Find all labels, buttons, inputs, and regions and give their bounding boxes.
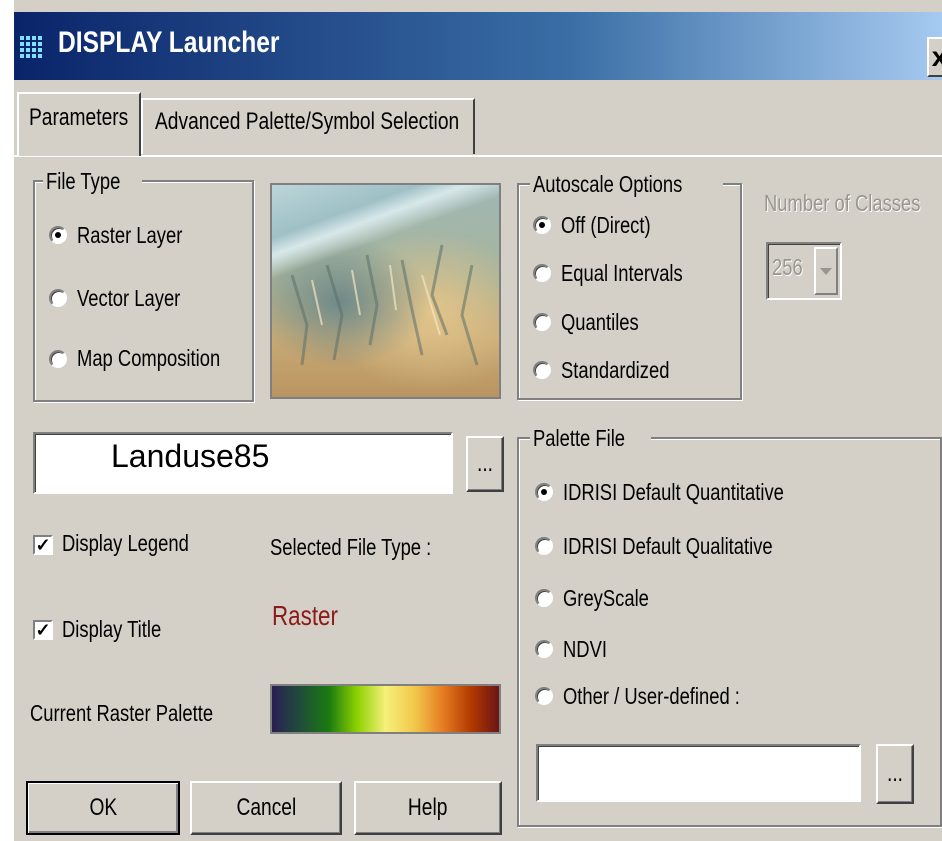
off-direct-radio[interactable] — [533, 216, 551, 234]
file-name-input[interactable]: Landuse85 — [33, 432, 453, 494]
other-user-defined-label[interactable]: Other / User-defined : — [563, 683, 784, 710]
ndvi-radio[interactable] — [535, 640, 553, 658]
cancel-button[interactable]: Cancel — [190, 781, 342, 835]
standardized-label[interactable]: Standardized — [561, 357, 697, 384]
selected-file-type-label: Selected File Type : — [270, 534, 432, 560]
dropdown-arrow-icon[interactable] — [814, 247, 838, 295]
idrisi-quantitative-label[interactable]: IDRISI Default Quantitative — [563, 479, 839, 506]
equal-intervals-radio[interactable] — [533, 264, 551, 282]
close-button[interactable]: x — [927, 37, 942, 77]
other-user-defined-radio[interactable] — [535, 687, 553, 705]
app-grid-icon — [20, 36, 44, 60]
idrisi-quantitative-radio[interactable] — [535, 483, 553, 501]
browse-file-button[interactable]: ... — [466, 436, 504, 492]
vector-layer-label[interactable]: Vector Layer — [77, 285, 206, 312]
idrisi-qualitative-radio[interactable] — [535, 537, 553, 555]
standardized-radio[interactable] — [533, 361, 551, 379]
title-bar[interactable]: DISPLAY Launcher x — [14, 12, 942, 80]
display-legend-label[interactable]: Display Legend — [62, 530, 221, 557]
browse-palette-button[interactable]: ... — [876, 744, 914, 804]
tab-parameters[interactable]: Parameters — [17, 92, 141, 156]
raster-layer-radio[interactable] — [49, 226, 67, 244]
greyscale-radio[interactable] — [535, 589, 553, 607]
tab-advanced-palette[interactable]: Advanced Palette/Symbol Selection — [141, 98, 475, 154]
vector-layer-radio[interactable] — [49, 289, 67, 307]
window-title: DISPLAY Launcher — [58, 26, 280, 59]
terrain-ridges — [290, 244, 479, 366]
map-composition-label[interactable]: Map Composition — [77, 345, 256, 372]
greyscale-label[interactable]: GreyScale — [563, 585, 670, 612]
file-type-legend: File Type — [43, 168, 142, 195]
display-title-checkbox[interactable]: ✓ — [33, 620, 53, 640]
custom-palette-input[interactable] — [536, 744, 861, 802]
display-title-label[interactable]: Display Title — [62, 616, 186, 643]
quantiles-radio[interactable] — [533, 313, 551, 331]
tab-parameters-label: Parameters — [29, 104, 129, 131]
selected-file-type-value: Raster — [272, 600, 338, 631]
off-direct-label[interactable]: Off (Direct) — [561, 212, 673, 239]
ok-button[interactable]: OK — [26, 781, 180, 835]
quantiles-label[interactable]: Quantiles — [561, 309, 658, 336]
number-of-classes-label: Number of Classes — [764, 190, 921, 216]
raster-layer-label[interactable]: Raster Layer — [77, 222, 209, 249]
current-raster-palette-label: Current Raster Palette — [30, 700, 214, 726]
autoscale-legend: Autoscale Options — [530, 171, 723, 198]
number-of-classes-value: 256 — [772, 254, 803, 280]
help-button[interactable]: Help — [354, 781, 502, 835]
idrisi-qualitative-label[interactable]: IDRISI Default Qualitative — [563, 533, 825, 560]
palette-file-legend: Palette File — [530, 425, 652, 452]
ndvi-label[interactable]: NDVI — [563, 636, 618, 663]
display-legend-checkbox[interactable]: ✓ — [33, 535, 53, 555]
map-composition-radio[interactable] — [49, 350, 67, 368]
palette-gradient-bar — [270, 684, 501, 734]
tab-advanced-palette-label: Advanced Palette/Symbol Selection — [155, 108, 460, 135]
equal-intervals-label[interactable]: Equal Intervals — [561, 260, 713, 287]
terrain-thumbnail — [270, 183, 501, 399]
file-name-value: Landuse85 — [111, 438, 270, 474]
number-of-classes-select[interactable]: 256 — [766, 242, 842, 300]
